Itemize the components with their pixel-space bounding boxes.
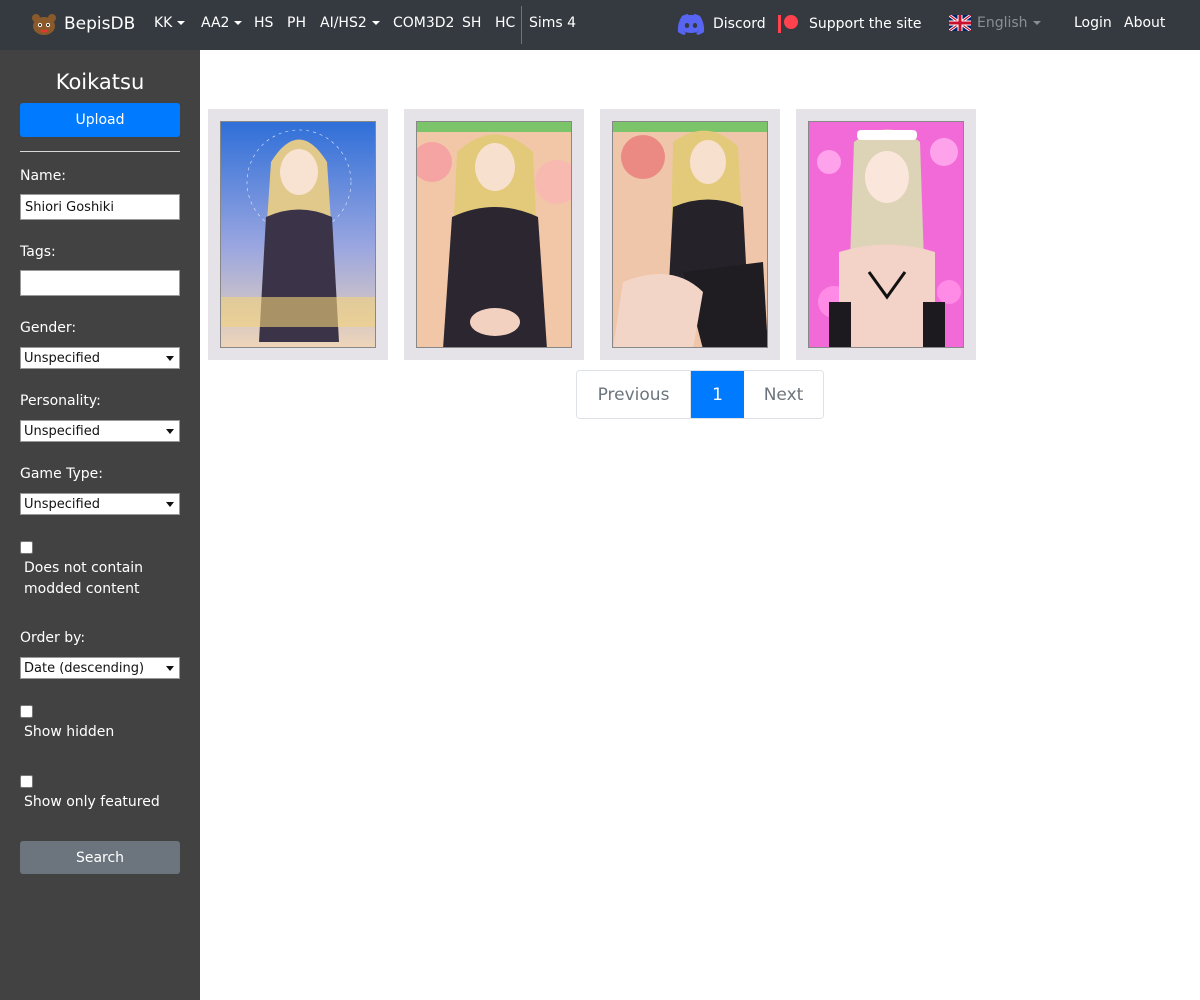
nav-ph-label: PH [287,15,306,31]
chevron-down-icon [166,501,174,507]
search-sidebar: Koikatsu Upload Name: Tags: Gender: Unsp… [0,50,200,1000]
discord-label: Discord [713,16,766,32]
sidebar-title: Koikatsu [55,70,145,94]
gender-select[interactable]: Unspecified [20,347,180,369]
personality-select[interactable]: Unspecified [20,420,180,442]
character-image [417,122,571,347]
chevron-down-icon [177,21,186,25]
gender-label: Gender: [20,320,77,336]
current-page-button[interactable]: 1 [691,371,744,418]
name-label: Name: [20,168,67,184]
about-label: About [1124,15,1166,31]
chevron-down-icon [166,355,174,361]
gender-select-value: Unspecified [24,350,100,366]
nav-kk-label: KK [154,15,173,31]
bepis-logo-icon [32,14,56,35]
nav-ph[interactable]: PH [287,15,306,31]
character-image [221,122,375,347]
top-navbar: BepisDB KK AA2 HS PH AI/HS2 COM3D2 SH HC… [0,0,1200,50]
support-label: Support the site [809,16,922,32]
nav-sims4[interactable]: Sims 4 [529,15,576,31]
pagination: Previous 1 Next [576,370,824,419]
nav-aa2[interactable]: AA2 [201,15,243,31]
nav-sh-label: SH [462,15,482,31]
nav-com3d2[interactable]: COM3D2 [393,15,454,31]
next-page-button[interactable]: Next [744,371,823,418]
tags-input[interactable] [20,270,180,296]
no-modded-checkbox[interactable] [20,541,33,554]
login-link[interactable]: Login [1074,15,1112,31]
discord-icon [677,14,705,35]
nav-ai-hs2[interactable]: AI/HS2 [320,15,380,31]
nav-divider [521,6,522,44]
support-link[interactable]: Support the site [778,14,922,34]
card-thumbnail[interactable] [808,121,964,348]
nav-hc-label: HC [495,15,516,31]
personality-select-value: Unspecified [24,423,100,439]
about-link[interactable]: About [1124,15,1165,31]
name-input[interactable] [20,194,180,220]
nav-aa2-label: AA2 [201,15,230,31]
order-select-value: Date (descending) [24,660,145,676]
nav-hc[interactable]: HC [495,15,515,31]
character-card[interactable] [208,109,388,360]
show-hidden-label: Show hidden [24,724,115,740]
order-label: Order by: [20,630,86,646]
game-type-label: Game Type: [20,466,104,482]
nav-ai-hs2-label: AI/HS2 [320,15,367,31]
game-type-select-value: Unspecified [24,496,100,512]
chevron-down-icon [234,21,243,25]
discord-link[interactable]: Discord [677,13,766,35]
character-card[interactable] [404,109,584,360]
nav-kk[interactable]: KK [154,15,186,31]
card-thumbnail[interactable] [220,121,376,348]
chevron-down-icon [371,21,380,25]
login-label: Login [1074,15,1112,31]
character-card[interactable] [600,109,780,360]
search-button[interactable]: Search [20,841,180,874]
card-thumbnail[interactable] [612,121,768,348]
chevron-down-icon [166,665,174,671]
nav-com3d2-label: COM3D2 [393,15,455,31]
uk-flag-icon [949,15,971,31]
upload-button[interactable]: Upload [20,103,180,137]
chevron-down-icon [1032,21,1041,25]
brand-link[interactable]: BepisDB [30,12,135,36]
language-label: English [977,15,1028,31]
card-thumbnail[interactable] [416,121,572,348]
tags-label: Tags: [20,244,56,260]
featured-label: Show only featured [24,794,160,810]
personality-label: Personality: [20,393,101,409]
nav-sh[interactable]: SH [462,15,481,31]
character-card[interactable] [796,109,976,360]
nav-sims4-label: Sims 4 [529,15,577,31]
chevron-down-icon [166,428,174,434]
nav-hs[interactable]: HS [254,15,273,31]
nav-hs-label: HS [254,15,274,31]
language-dropdown[interactable]: English [949,15,1041,31]
sidebar-divider [20,151,180,152]
previous-page-button[interactable]: Previous [577,371,691,418]
order-select[interactable]: Date (descending) [20,657,180,679]
no-modded-label: Does not contain modded content [24,560,144,597]
game-type-select[interactable]: Unspecified [20,493,180,515]
patreon-icon [778,15,798,33]
character-image [809,122,963,347]
featured-checkbox[interactable] [20,775,33,788]
show-hidden-checkbox[interactable] [20,705,33,718]
character-image [613,122,767,347]
brand-name: BepisDB [64,14,136,34]
